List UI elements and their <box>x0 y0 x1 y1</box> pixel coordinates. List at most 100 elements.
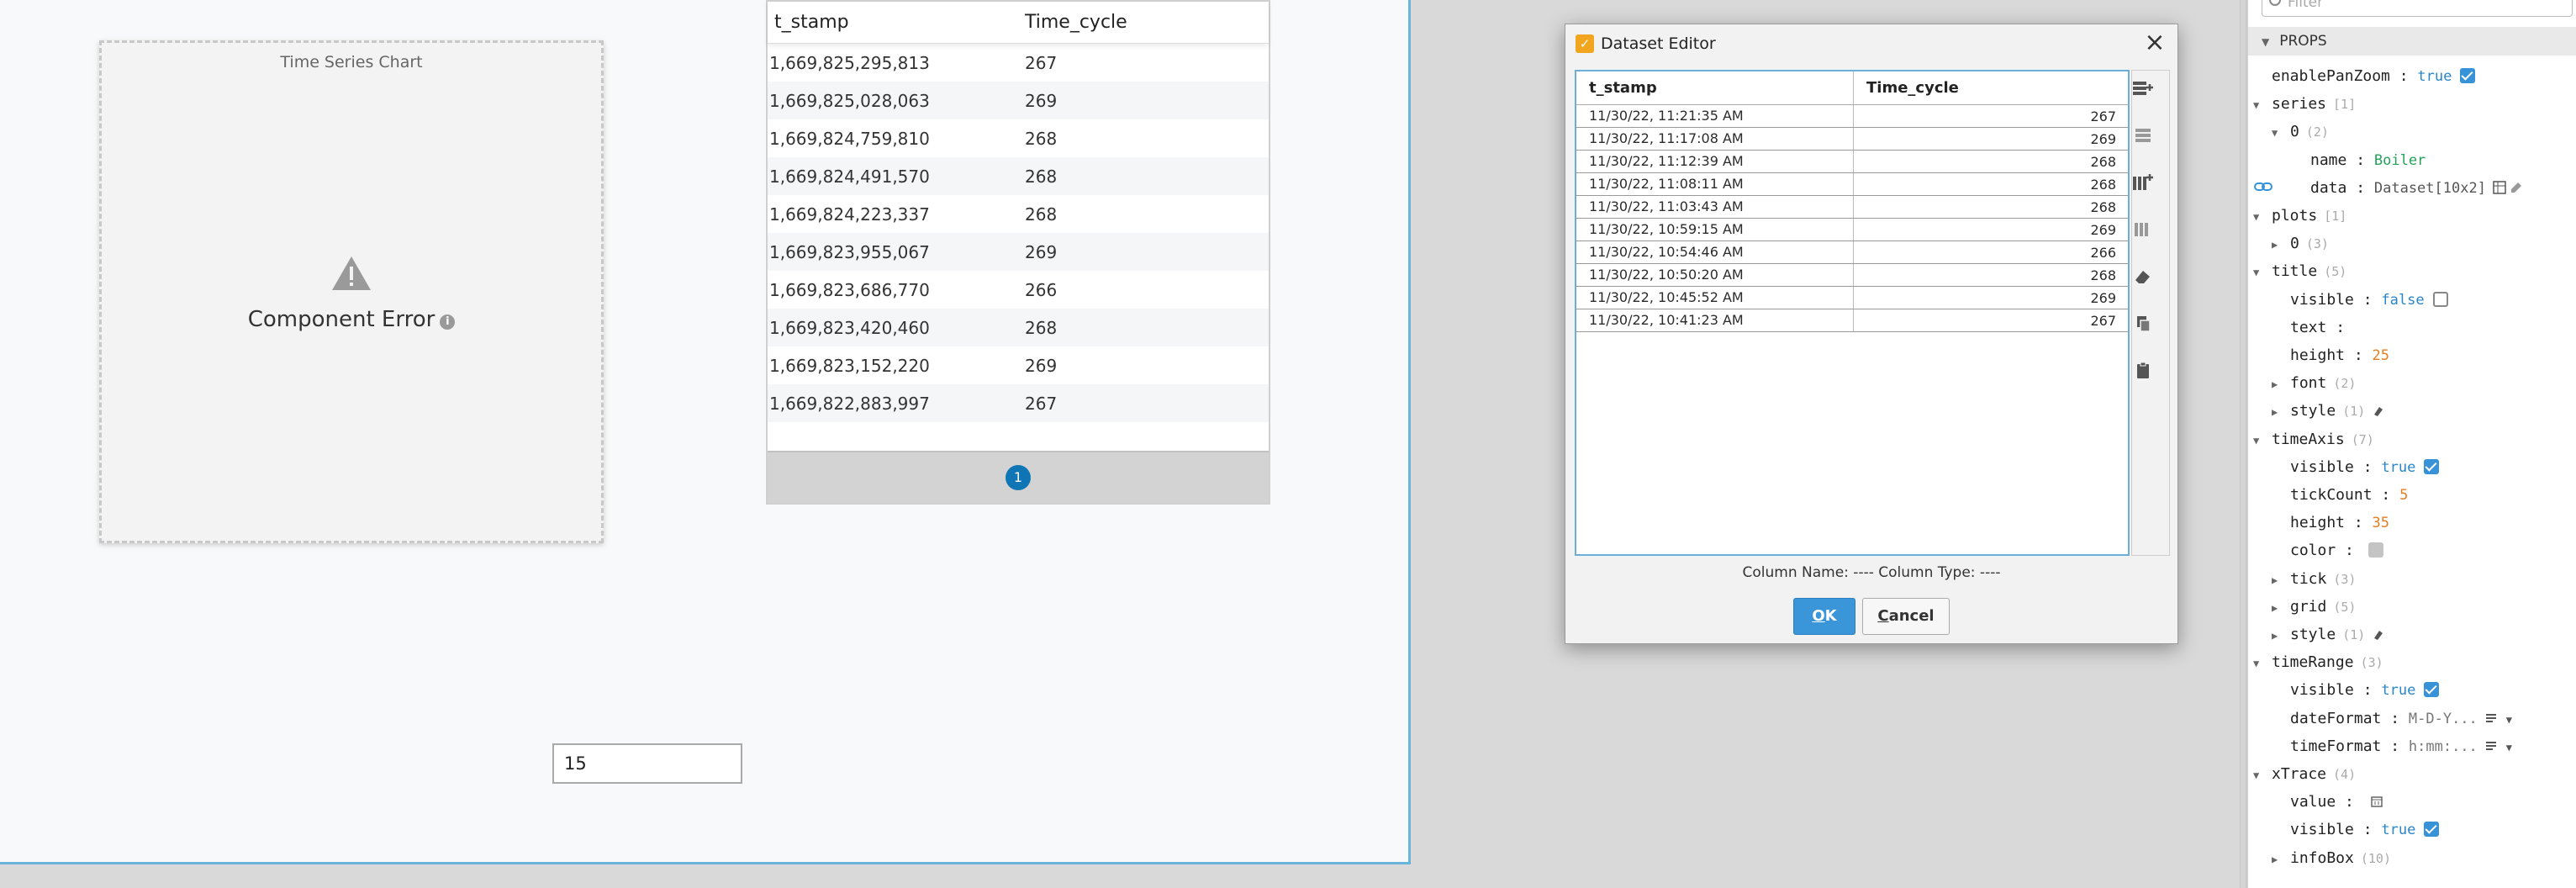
delete-column-icon[interactable] <box>2132 220 2154 239</box>
property-row[interactable]: data : Dataset[10x2] <box>2310 174 2523 202</box>
grid-row[interactable]: 11/30/22, 11:12:39 AM 268 <box>1576 151 2128 173</box>
property-row[interactable]: ▼ timeAxis (7) <box>2253 426 2374 453</box>
property-row[interactable]: ▶ infoBox (10) <box>2272 844 2391 872</box>
grid-cell[interactable]: 267 <box>1854 108 2128 124</box>
grid-column-header[interactable]: Time_cycle <box>1854 79 1959 97</box>
property-row[interactable]: timeFormat : h:mm:... ▼ <box>2290 732 2512 760</box>
color-swatch[interactable] <box>2367 542 2383 558</box>
table-row[interactable]: 1,669,823,420,460 268 <box>768 309 1269 346</box>
data-table[interactable]: t_stamp Time_cycle 1,669,825,295,813 267 1… <box>766 0 1270 505</box>
chevron-down-icon[interactable]: ▼ <box>2253 762 2265 790</box>
chevron-right-icon[interactable]: ▶ <box>2272 399 2283 426</box>
property-value[interactable]: true <box>2381 822 2415 838</box>
grid-cell[interactable]: 266 <box>1854 245 2128 261</box>
property-row[interactable]: ▼ xTrace (4) <box>2253 760 2356 788</box>
dataset-grid[interactable]: t_stamp Time_cycle 11/30/22, 11:21:35 AM… <box>1575 70 2130 556</box>
property-row[interactable]: ▶ font (2) <box>2272 369 2356 397</box>
add-column-icon[interactable] <box>2132 173 2154 192</box>
property-value[interactable]: 25 <box>2373 347 2389 364</box>
grid-row[interactable]: 11/30/22, 10:41:23 AM 267 <box>1576 309 2128 332</box>
checkbox[interactable] <box>2424 822 2440 838</box>
table-row[interactable]: 1,669,825,028,063 269 <box>768 82 1269 119</box>
style-brush-icon[interactable] <box>2372 399 2385 417</box>
grid-cell[interactable]: 268 <box>1854 267 2128 283</box>
property-row[interactable]: dateFormat : M-D-Y... ▼ <box>2290 705 2512 732</box>
dialog-titlebar[interactable]: ✓ Dataset Editor <box>1565 24 2177 63</box>
table-row[interactable]: 1,669,822,883,997 267 <box>768 384 1269 422</box>
column-header[interactable]: t_stamp <box>768 12 1025 33</box>
property-row[interactable]: ▼ 0 (2) <box>2272 118 2329 145</box>
time-series-chart[interactable]: Time Series Chart Component Error i <box>99 40 604 543</box>
props-section-header[interactable]: ▼ PROPS <box>2248 27 2576 56</box>
chevron-right-icon[interactable]: ▶ <box>2272 231 2283 259</box>
checkbox[interactable] <box>2424 682 2440 698</box>
property-row[interactable]: ▶ tick (3) <box>2272 565 2356 593</box>
numeric-entry-field[interactable]: 15 <box>552 743 742 784</box>
chevron-right-icon[interactable]: ▶ <box>2272 595 2283 622</box>
grid-cell[interactable]: 11/30/22, 11:12:39 AM <box>1576 151 1854 172</box>
grid-row[interactable]: 11/30/22, 10:59:15 AM 269 <box>1576 219 2128 241</box>
chevron-right-icon[interactable]: ▶ <box>2272 371 2283 399</box>
property-row[interactable]: color : <box>2290 536 2383 564</box>
page-button[interactable]: 1 <box>1006 465 1031 490</box>
chevron-right-icon[interactable]: ▶ <box>2272 567 2283 595</box>
checkbox[interactable] <box>2460 68 2476 83</box>
property-row[interactable]: text : <box>2290 314 2345 341</box>
table-row[interactable]: 1,669,823,686,770 266 <box>768 271 1269 309</box>
close-icon[interactable]: × <box>2142 30 2167 56</box>
property-row[interactable]: name : Boiler <box>2310 146 2426 174</box>
grid-cell[interactable]: 267 <box>1854 313 2128 329</box>
property-value[interactable]: true <box>2381 459 2415 476</box>
checkbox[interactable] <box>2432 291 2448 307</box>
property-row[interactable]: visible : true <box>2290 676 2440 704</box>
property-row[interactable]: ▼ series [1] <box>2253 90 2356 118</box>
paste-icon[interactable] <box>2132 362 2154 380</box>
checkbox[interactable] <box>2424 458 2440 474</box>
style-brush-icon[interactable] <box>2372 622 2385 640</box>
property-row[interactable]: ▶ grid (5) <box>2272 593 2356 621</box>
property-row[interactable]: value : <box>2290 788 2383 816</box>
property-value[interactable]: Dataset[10x2] <box>2374 180 2486 197</box>
grid-cell[interactable]: 11/30/22, 10:41:23 AM <box>1576 309 1854 331</box>
property-row[interactable]: height : 35 <box>2290 509 2389 536</box>
table-row[interactable]: 1,669,823,152,220 269 <box>768 346 1269 384</box>
grid-row[interactable]: 11/30/22, 11:08:11 AM 268 <box>1576 173 2128 196</box>
property-row[interactable]: height : 25 <box>2290 341 2389 369</box>
grid-cell[interactable]: 11/30/22, 11:03:43 AM <box>1576 196 1854 218</box>
grid-cell[interactable]: 11/30/22, 10:50:20 AM <box>1576 264 1854 286</box>
panel-splitter[interactable] <box>2240 0 2246 888</box>
chevron-right-icon[interactable]: ▶ <box>2272 846 2283 874</box>
property-row[interactable]: tickCount : 5 <box>2290 481 2408 509</box>
grid-cell[interactable]: 268 <box>1854 154 2128 170</box>
table-row[interactable]: 1,669,824,759,810 268 <box>768 119 1269 157</box>
table-row[interactable]: 1,669,825,295,813 267 <box>768 44 1269 82</box>
designer-canvas[interactable]: Time Series Chart Component Error i t_sta… <box>0 0 1411 864</box>
chevron-down-icon[interactable]: ▼ <box>2506 706 2512 734</box>
property-value[interactable]: 5 <box>2399 487 2408 504</box>
grid-row[interactable]: 11/30/22, 10:45:52 AM 269 <box>1576 287 2128 309</box>
chevron-down-icon[interactable]: ▼ <box>2253 204 2265 231</box>
property-row[interactable]: ▼ timeRange (3) <box>2253 648 2383 676</box>
table-row[interactable]: 1,669,824,491,570 268 <box>768 157 1269 195</box>
eraser-icon[interactable] <box>2132 267 2154 286</box>
property-row[interactable]: ▶ 0 (3) <box>2272 230 2329 257</box>
dataset-editor-icon[interactable] <box>2493 176 2506 194</box>
copy-icon[interactable] <box>2132 314 2154 333</box>
property-value[interactable]: 35 <box>2373 515 2389 531</box>
delete-row-icon[interactable] <box>2132 126 2154 145</box>
property-row[interactable]: visible : true <box>2290 453 2440 481</box>
property-value[interactable]: true <box>2381 682 2415 699</box>
grid-row[interactable]: 11/30/22, 11:21:35 AM 267 <box>1576 105 2128 128</box>
chevron-down-icon[interactable]: ▼ <box>2253 650 2265 678</box>
grid-cell[interactable]: 269 <box>1854 222 2128 238</box>
property-value[interactable]: true <box>2417 68 2452 85</box>
chevron-down-icon[interactable]: ▼ <box>2506 734 2512 762</box>
grid-row[interactable]: 11/30/22, 10:50:20 AM 268 <box>1576 264 2128 287</box>
filter-input[interactable]: Filter <box>2262 0 2573 17</box>
property-row[interactable]: ▼ plots [1] <box>2253 202 2346 230</box>
chevron-down-icon[interactable]: ▼ <box>2253 92 2265 119</box>
property-value[interactable]: h:mm:... <box>2409 738 2478 755</box>
grid-cell[interactable]: 11/30/22, 10:54:46 AM <box>1576 241 1854 263</box>
list-icon[interactable] <box>2484 734 2498 750</box>
ok-button[interactable]: OK <box>1793 598 1855 635</box>
